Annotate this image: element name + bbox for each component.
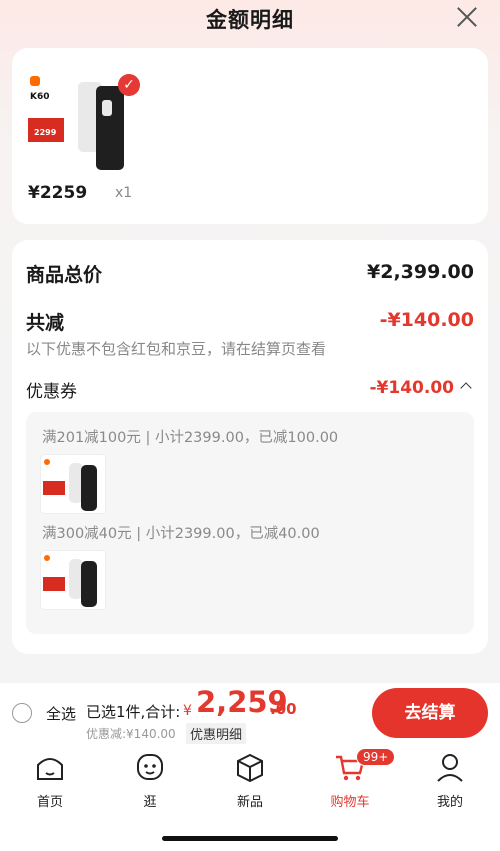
mi-logo-icon bbox=[44, 459, 50, 465]
thumb-promo-tag bbox=[43, 577, 65, 591]
selected-count: 已选1件,合计: bbox=[86, 703, 181, 721]
thumb-promo-price: 2299 bbox=[34, 128, 57, 137]
tab-home[interactable]: 首页 bbox=[10, 751, 90, 810]
tab-label: 逛 bbox=[143, 795, 157, 810]
reduce-value: -¥140.00 bbox=[379, 309, 474, 331]
checkout-button[interactable]: 去结算 bbox=[372, 688, 488, 738]
total-price-label: 商品总价 bbox=[26, 264, 103, 286]
selected-check-icon: ✓ bbox=[118, 74, 140, 96]
page-title: 金额明细 bbox=[206, 8, 294, 32]
product-quantity: x1 bbox=[115, 185, 133, 201]
total-amount-decimal: .00 bbox=[270, 700, 297, 718]
phone-back-shape bbox=[81, 465, 97, 511]
coupon-product-thumbnail bbox=[40, 550, 106, 610]
phone-back-shape bbox=[81, 561, 97, 607]
coupon-item-text: 满300减40元 | 小计2399.00，已减40.00 bbox=[42, 526, 320, 542]
mi-logo-icon bbox=[30, 76, 40, 86]
coupon-product-thumbnail bbox=[40, 454, 106, 514]
total-price-value: ¥2,399.00 bbox=[367, 261, 474, 283]
phone-back-shape bbox=[96, 86, 124, 170]
product-card: K60 2299 ✓ ¥2259 x1 bbox=[12, 48, 488, 224]
thumb-model-text: K60 bbox=[30, 92, 50, 102]
chevron-up-icon[interactable] bbox=[460, 382, 472, 394]
reduce-label: 共减 bbox=[26, 312, 65, 334]
select-all-radio[interactable] bbox=[12, 703, 32, 723]
discount-note: 以下优惠不包含红包和京豆，请在结算页查看 bbox=[26, 340, 327, 358]
tab-label: 新品 bbox=[236, 795, 263, 810]
coupon-list: 满201减100元 | 小计2399.00，已减100.00 满300减40元 … bbox=[26, 412, 474, 634]
home-indicator[interactable] bbox=[162, 836, 338, 841]
tab-new[interactable]: 新品 bbox=[210, 751, 290, 810]
tab-label: 首页 bbox=[36, 795, 63, 810]
coupon-label[interactable]: 优惠券 bbox=[26, 377, 77, 402]
mi-logo-icon bbox=[44, 555, 50, 561]
discount-amount: 优惠减:¥140.00 bbox=[86, 727, 176, 741]
cart-count-badge: 99+ bbox=[356, 748, 396, 766]
product-price: ¥2259 bbox=[28, 183, 88, 203]
discount-detail-link[interactable]: 优惠明细 bbox=[186, 723, 247, 744]
coupon-value[interactable]: -¥140.00 bbox=[370, 378, 455, 398]
box-icon bbox=[237, 753, 263, 783]
tab-mine[interactable]: 我的 bbox=[410, 751, 490, 810]
close-icon[interactable] bbox=[456, 6, 478, 28]
phone-camera-shape bbox=[102, 100, 112, 116]
product-thumbnail[interactable]: K60 2299 ✓ bbox=[26, 70, 146, 180]
user-icon bbox=[437, 754, 463, 782]
home-icon bbox=[37, 758, 63, 780]
thumb-promo-tag bbox=[43, 481, 65, 495]
tab-label: 购物车 bbox=[330, 795, 370, 810]
currency-symbol: ¥ bbox=[183, 703, 192, 719]
select-all-label[interactable]: 全选 bbox=[46, 703, 76, 724]
coupon-item-text: 满201减100元 | 小计2399.00，已减100.00 bbox=[42, 430, 339, 446]
price-summary-card: 商品总价 ¥2,399.00 共减 -¥140.00 以下优惠不包含红包和京豆，… bbox=[12, 240, 488, 654]
tab-label: 我的 bbox=[436, 795, 463, 810]
checkout-bar: 全选 已选1件,合计: ¥ 2,259 .00 优惠减:¥140.00 优惠明细… bbox=[0, 683, 500, 745]
tab-browse[interactable]: 逛 bbox=[110, 751, 190, 810]
face-icon bbox=[137, 754, 163, 780]
